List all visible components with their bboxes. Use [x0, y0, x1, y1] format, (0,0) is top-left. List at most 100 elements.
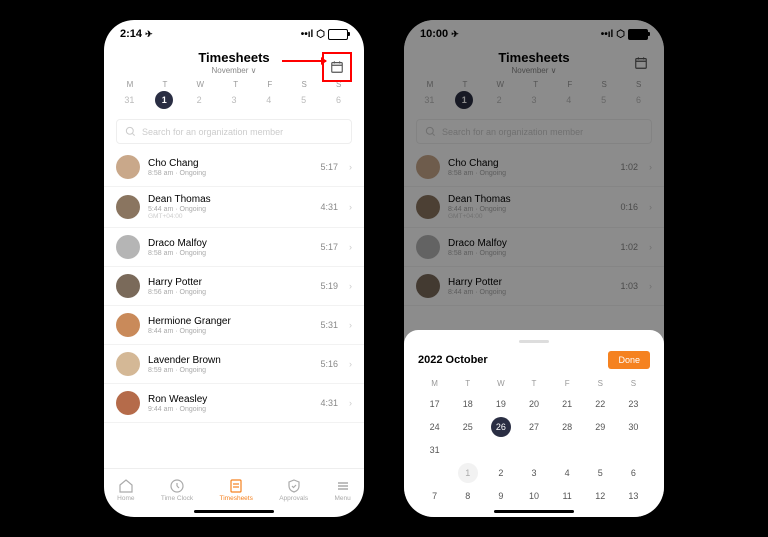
search-input[interactable]: Search for an organization member: [116, 119, 352, 144]
annotation-arrow: [282, 60, 326, 62]
calendar-day[interactable]: 7: [418, 486, 451, 506]
calendar-day: [617, 440, 650, 460]
date-cell[interactable]: 2: [190, 91, 208, 109]
tab-time-clock[interactable]: Time Clock: [161, 478, 193, 502]
calendar-day[interactable]: 10: [517, 486, 550, 506]
member-row[interactable]: Ron Weasley 9:44 am · Ongoing 4:31 ›: [104, 384, 364, 423]
calendar-day: [484, 440, 517, 460]
tab-timesheets[interactable]: Timesheets: [220, 478, 253, 502]
member-row[interactable]: Hermione Granger 8:44 am · Ongoing 5:31 …: [104, 306, 364, 345]
calendar-day[interactable]: 28: [551, 417, 584, 437]
date-cell[interactable]: 6: [329, 91, 347, 109]
calendar-day[interactable]: 26: [491, 417, 511, 437]
member-row[interactable]: Lavender Brown 8:59 am · Ongoing 5:16 ›: [104, 345, 364, 384]
calendar-day[interactable]: 3: [517, 463, 550, 483]
calendar-day[interactable]: 6: [617, 463, 650, 483]
calendar-day: [418, 463, 451, 483]
home-indicator[interactable]: [194, 510, 274, 513]
member-row[interactable]: Dean Thomas 5:44 am · Ongoing GMT+04:00 …: [104, 187, 364, 228]
battery-icon: [328, 29, 348, 40]
calendar-day: [451, 440, 484, 460]
calendar-day[interactable]: 23: [617, 394, 650, 414]
calendar-grid: MTWTFSS171819202122232425262728293031123…: [418, 379, 650, 506]
calendar-day[interactable]: 30: [617, 417, 650, 437]
calendar-day[interactable]: 19: [484, 394, 517, 414]
calendar-day[interactable]: 5: [584, 463, 617, 483]
member-list: Cho Chang 8:58 am · Ongoing 5:17 › Dean …: [104, 148, 364, 468]
chevron-right-icon: ›: [349, 398, 352, 408]
calendar-day[interactable]: 4: [551, 463, 584, 483]
time-value: 4:31: [320, 202, 338, 212]
calendar-day[interactable]: 22: [584, 394, 617, 414]
calendar-day[interactable]: 8: [451, 486, 484, 506]
calendar-day: [517, 440, 550, 460]
calendar-day[interactable]: 25: [451, 417, 484, 437]
date-cell[interactable]: 3: [225, 91, 243, 109]
calendar-day[interactable]: 17: [418, 394, 451, 414]
avatar: [116, 391, 140, 415]
calendar-day[interactable]: 31: [418, 440, 451, 460]
avatar: [116, 155, 140, 179]
status-bar: 2:14 ✈ ••ıl⬡: [104, 20, 364, 48]
calendar-day[interactable]: 18: [451, 394, 484, 414]
avatar: [116, 274, 140, 298]
avatar: [116, 313, 140, 337]
tab-menu[interactable]: Menu: [334, 478, 350, 502]
calendar-day[interactable]: 27: [517, 417, 550, 437]
status-icons: ••ıl⬡: [301, 29, 348, 40]
time-value: 5:19: [320, 281, 338, 291]
member-name: Ron Weasley: [148, 394, 312, 405]
timesheets-icon: [228, 478, 244, 494]
date-cell[interactable]: 5: [295, 91, 313, 109]
member-name: Lavender Brown: [148, 355, 312, 366]
chevron-right-icon: ›: [349, 281, 352, 291]
chevron-right-icon: ›: [349, 162, 352, 172]
calendar-day: [584, 440, 617, 460]
member-name: Harry Potter: [148, 277, 312, 288]
date-cell[interactable]: 4: [260, 91, 278, 109]
tab-approvals[interactable]: Approvals: [279, 478, 308, 502]
time-value: 5:17: [320, 162, 338, 172]
date-row: 31 123456: [104, 90, 364, 115]
member-row[interactable]: Draco Malfoy 8:58 am · Ongoing 5:17 ›: [104, 228, 364, 267]
home-indicator[interactable]: [494, 510, 574, 513]
calendar-day[interactable]: 1: [458, 463, 478, 483]
time-value: 4:31: [320, 398, 338, 408]
member-row[interactable]: Harry Potter 8:56 am · Ongoing 5:19 ›: [104, 267, 364, 306]
member-row[interactable]: Cho Chang 8:58 am · Ongoing 5:17 ›: [104, 148, 364, 187]
member-name: Draco Malfoy: [148, 238, 312, 249]
member-name: Dean Thomas: [148, 194, 312, 205]
time-value: 5:31: [320, 320, 338, 330]
calendar-day[interactable]: 12: [584, 486, 617, 506]
calendar-day[interactable]: 29: [584, 417, 617, 437]
avatar: [116, 352, 140, 376]
member-name: Cho Chang: [148, 158, 312, 169]
date-picker-sheet: 2022 October Done MTWTFSS171819202122232…: [404, 330, 664, 517]
calendar-day[interactable]: 11: [551, 486, 584, 506]
calendar-day[interactable]: 9: [484, 486, 517, 506]
done-button[interactable]: Done: [608, 351, 650, 369]
calendar-day[interactable]: 13: [617, 486, 650, 506]
date-cell[interactable]: 31: [120, 91, 138, 109]
chevron-right-icon: ›: [349, 320, 352, 330]
calendar-day[interactable]: 24: [418, 417, 451, 437]
chevron-right-icon: ›: [349, 359, 352, 369]
calendar-day: [551, 440, 584, 460]
time-value: 5:16: [320, 359, 338, 369]
member-name: Hermione Granger: [148, 316, 312, 327]
home-icon: [118, 478, 134, 494]
calendar-day[interactable]: 21: [551, 394, 584, 414]
approvals-icon: [286, 478, 302, 494]
drag-handle[interactable]: [519, 340, 549, 343]
time-clock-icon: [169, 478, 185, 494]
search-icon: [125, 126, 136, 137]
calendar-day[interactable]: 20: [517, 394, 550, 414]
calendar-day[interactable]: 2: [484, 463, 517, 483]
time-value: 5:17: [320, 242, 338, 252]
chevron-right-icon: ›: [349, 202, 352, 212]
clock: 2:14 ✈: [120, 28, 153, 40]
date-cell[interactable]: 1: [155, 91, 173, 109]
avatar: [116, 235, 140, 259]
tab-home[interactable]: Home: [117, 478, 134, 502]
sheet-title: 2022 October: [418, 354, 488, 366]
